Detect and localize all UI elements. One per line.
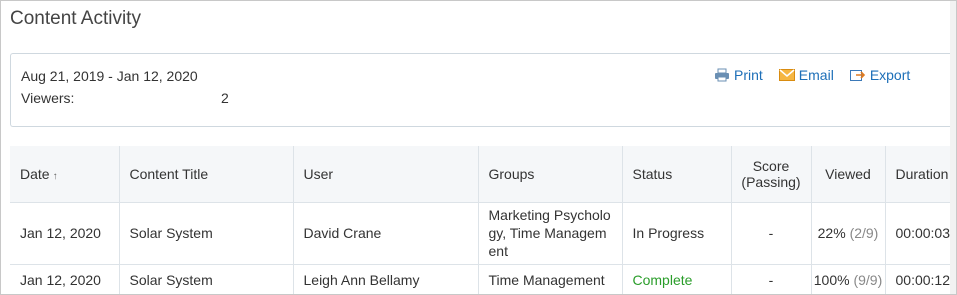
- date-header-label: Date: [20, 165, 50, 182]
- cell-content-title: Solar System: [119, 202, 294, 265]
- column-header-viewed[interactable]: Viewed: [811, 146, 886, 203]
- print-label: Print: [734, 67, 763, 83]
- cell-content-title: Solar System: [119, 264, 294, 294]
- page-title: Content Activity: [10, 8, 141, 29]
- envelope-icon: [778, 69, 795, 81]
- viewers-count: 2: [221, 90, 229, 106]
- sort-ascending-icon: ↑: [52, 170, 58, 182]
- content-activity-panel: Content Activity Aug 21, 2019 - Jan 12, …: [0, 0, 957, 295]
- column-header-duration[interactable]: Duration: [885, 146, 956, 203]
- cell-date: Jan 12, 2020: [10, 264, 120, 294]
- printer-icon: [714, 68, 730, 82]
- column-header-status[interactable]: Status: [622, 146, 732, 203]
- column-header-date[interactable]: Date ↑: [10, 146, 120, 203]
- table-header-row: Date ↑ Content Title User Groups Status S…: [10, 146, 956, 203]
- export-icon: [849, 68, 866, 82]
- email-button[interactable]: Email: [778, 67, 834, 83]
- cell-viewed: 22% (2/9): [811, 202, 886, 265]
- table-row: Jan 12, 2020 Solar System Leigh Ann Bell…: [10, 264, 956, 294]
- cell-status: In Progress: [622, 202, 732, 265]
- cell-score: -: [731, 202, 812, 265]
- viewers-label: Viewers:: [21, 90, 75, 106]
- viewed-count: (9/9): [853, 272, 883, 288]
- cell-viewed: 100% (9/9): [811, 264, 886, 294]
- activity-table: Date ↑ Content Title User Groups Status S…: [10, 146, 956, 294]
- cell-score: -: [731, 264, 812, 294]
- column-header-groups[interactable]: Groups: [478, 146, 623, 203]
- email-label: Email: [798, 67, 834, 83]
- column-header-score[interactable]: Score (Passing): [731, 146, 812, 203]
- cell-duration: 00:00:12: [885, 264, 956, 294]
- export-label: Export: [869, 67, 911, 83]
- report-actions: Print Email Export: [714, 67, 910, 83]
- cell-groups: Marketing Psychology, Time Management: [478, 202, 623, 265]
- print-button[interactable]: Print: [714, 67, 763, 83]
- column-header-user[interactable]: User: [293, 146, 479, 203]
- viewed-percent: 100%: [813, 272, 850, 288]
- export-button[interactable]: Export: [849, 67, 911, 83]
- cell-date: Jan 12, 2020: [10, 202, 120, 265]
- cell-user: Leigh Ann Bellamy: [293, 264, 479, 294]
- score-header-sublabel: (Passing): [741, 173, 801, 190]
- score-header-label: Score: [752, 157, 790, 174]
- cell-groups: Time Management: [478, 264, 623, 294]
- date-range: Aug 21, 2019 - Jan 12, 2020: [21, 68, 198, 84]
- table-row: Jan 12, 2020 Solar System David Crane Ma…: [10, 202, 956, 265]
- column-header-content-title[interactable]: Content Title: [119, 146, 294, 203]
- cell-user: David Crane: [293, 202, 479, 265]
- viewed-count: (2/9): [849, 225, 879, 241]
- report-summary: Aug 21, 2019 - Jan 12, 2020 Viewers: 2 P…: [10, 53, 956, 127]
- viewed-percent: 22%: [817, 225, 846, 241]
- cell-status: Complete: [622, 264, 732, 294]
- vertical-scrollbar[interactable]: [950, 1, 956, 294]
- cell-duration: 00:00:03: [885, 202, 956, 265]
